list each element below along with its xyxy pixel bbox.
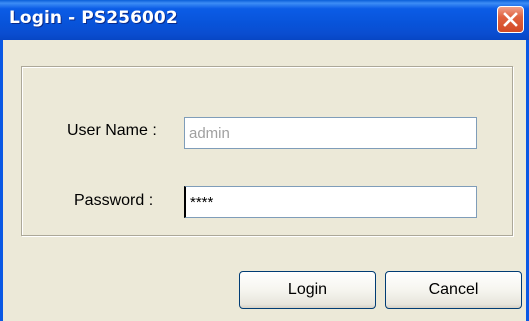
password-label: Password :	[74, 192, 154, 209]
cancel-button[interactable]: Cancel	[385, 271, 522, 309]
close-button[interactable]	[497, 6, 524, 33]
window-title: Login - PS256002	[9, 8, 178, 28]
title-bar[interactable]: Login - PS256002	[0, 0, 529, 40]
password-field[interactable]	[184, 186, 477, 218]
close-icon	[503, 12, 518, 27]
login-dialog: Login - PS256002 User Name : Password : …	[0, 0, 529, 321]
username-label: User Name :	[67, 122, 157, 139]
username-field[interactable]	[184, 117, 477, 149]
login-button[interactable]: Login	[239, 271, 376, 309]
